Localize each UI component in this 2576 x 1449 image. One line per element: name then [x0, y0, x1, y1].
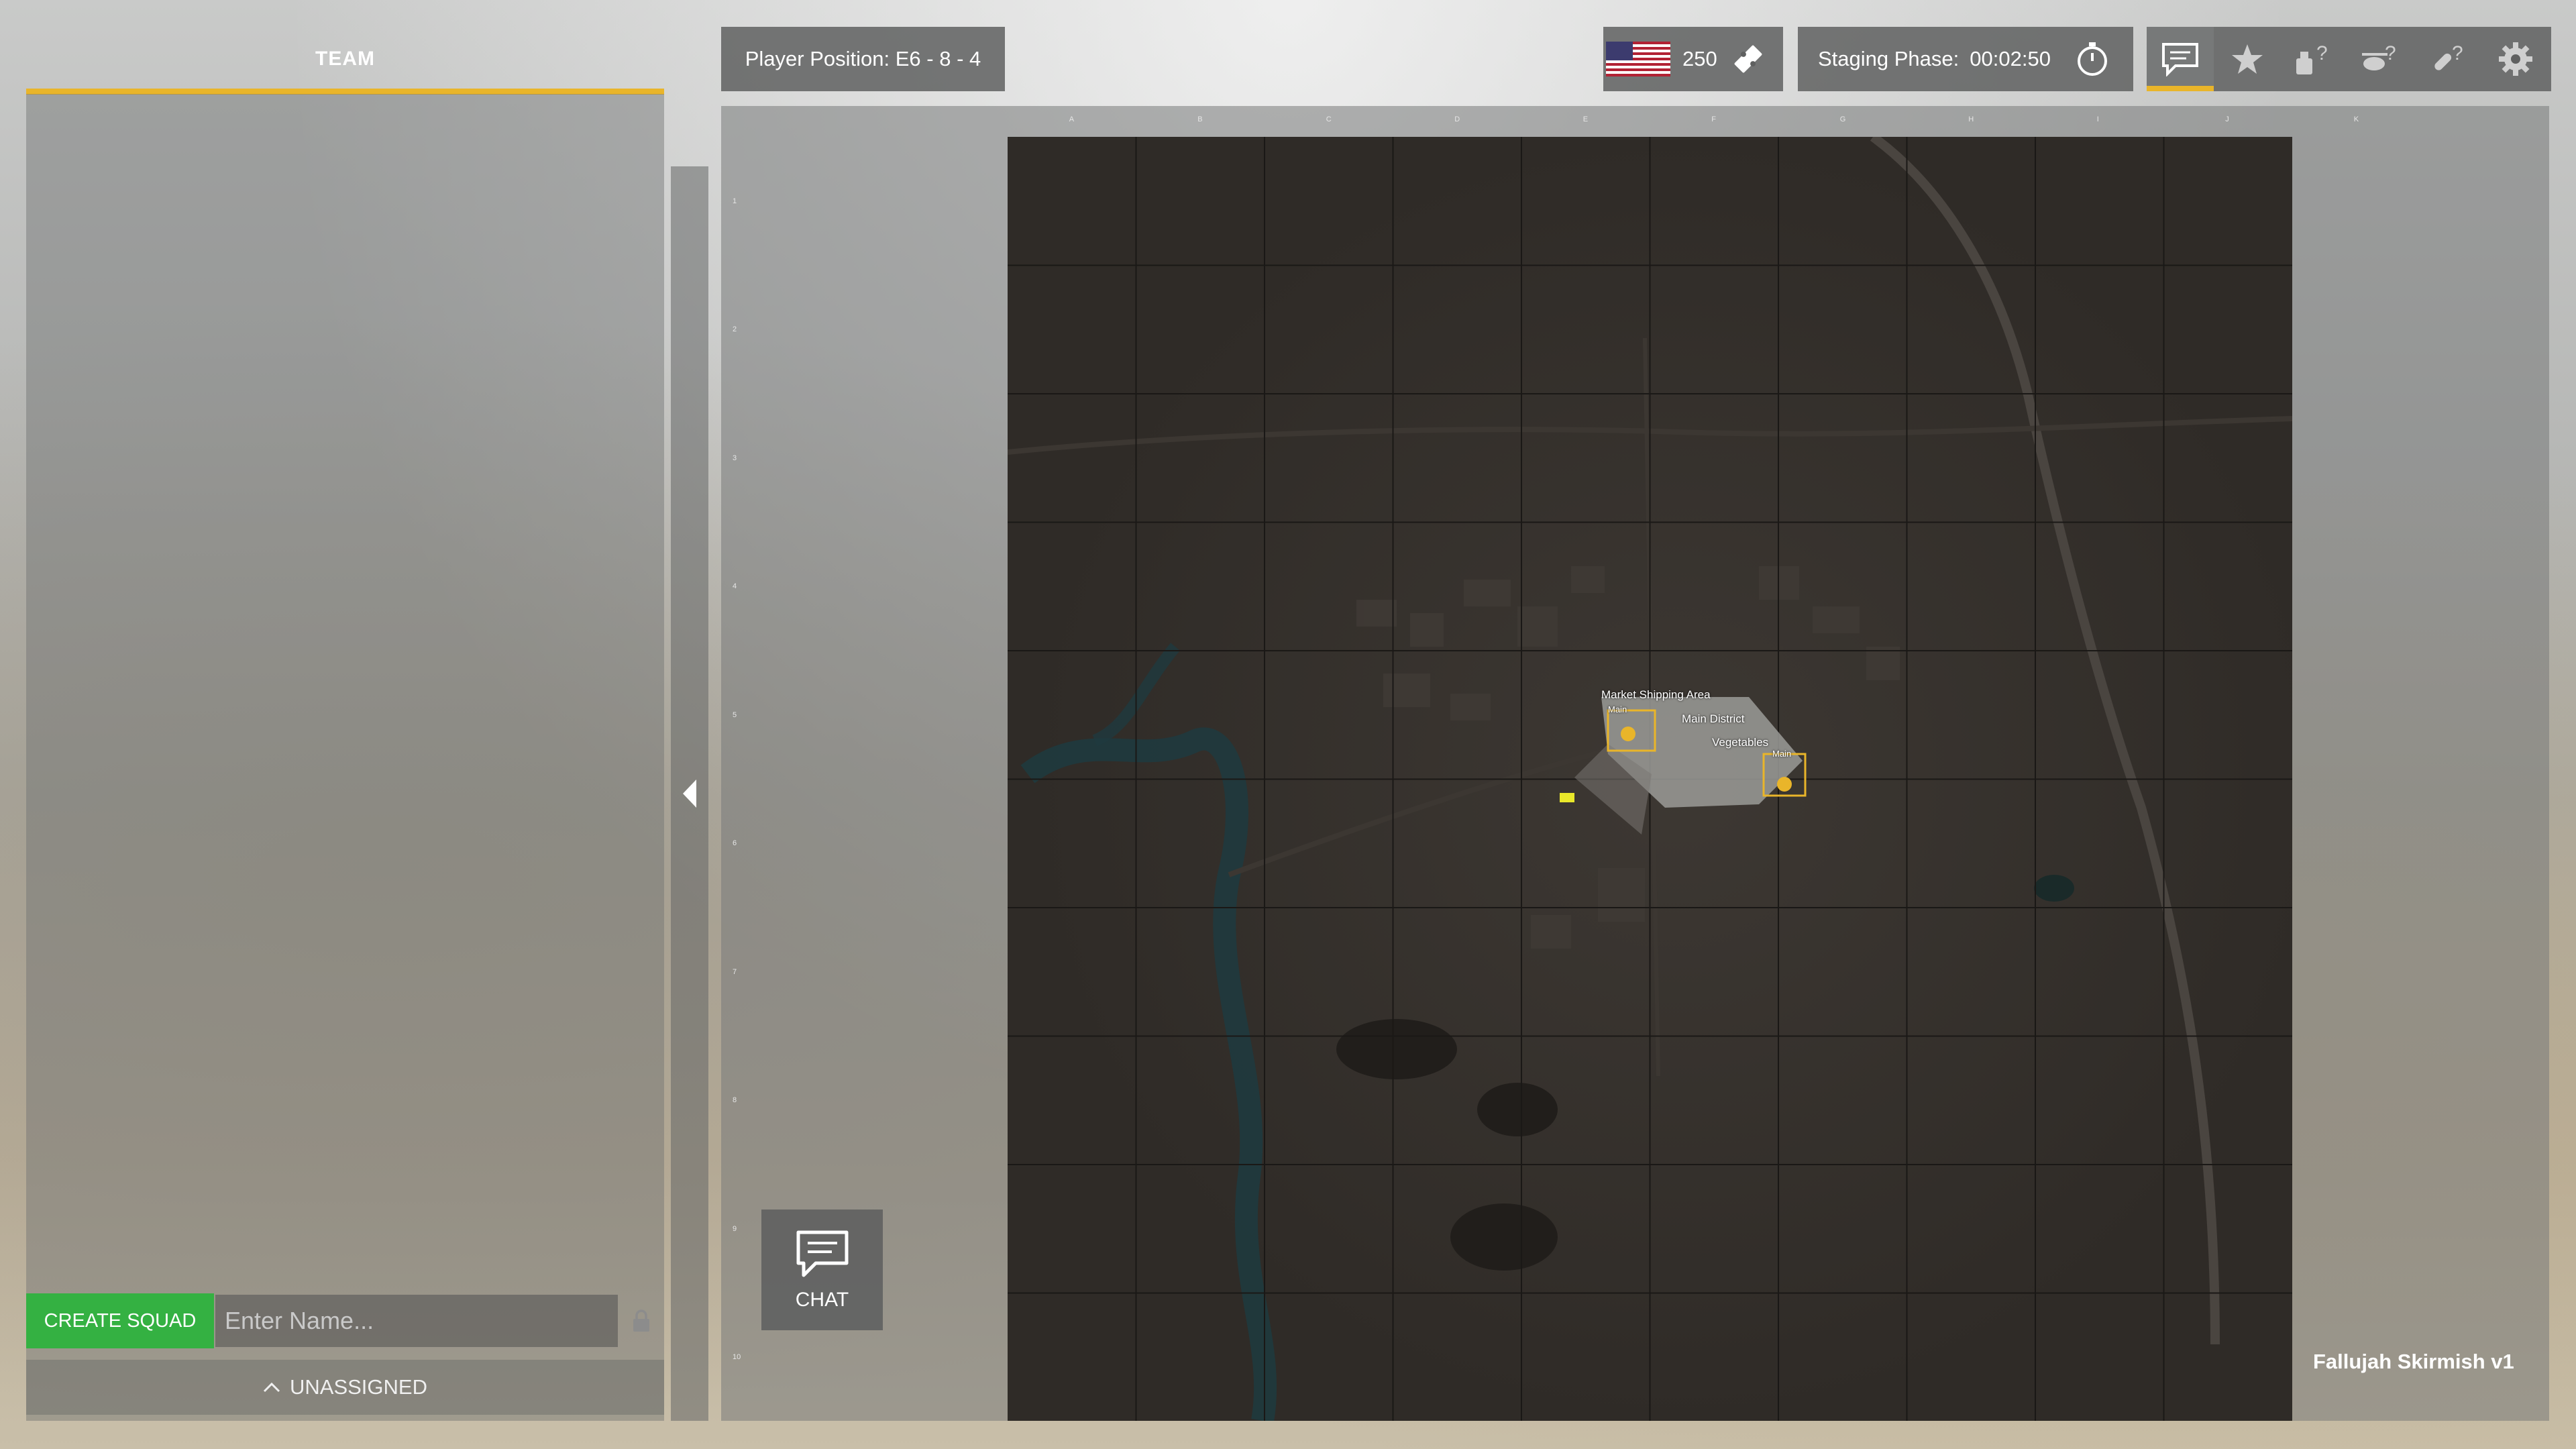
grid-row-label: 1: [733, 197, 737, 205]
staging-time: 00:02:50: [1970, 47, 2051, 70]
toolbar-settings-button[interactable]: [2482, 27, 2549, 91]
ticket-count: 250: [1682, 47, 1717, 70]
map-label-main-tag: Main: [1608, 704, 1627, 714]
svg-text:?: ?: [2385, 42, 2396, 64]
tab-team[interactable]: TEAM: [26, 30, 664, 95]
gear-icon: [2499, 42, 2532, 76]
lock-icon[interactable]: [631, 1309, 651, 1333]
create-squad-button[interactable]: CREATE SQUAD: [26, 1293, 214, 1348]
map-name: Fallujah Skirmish v1: [2313, 1350, 2514, 1373]
unassigned-section[interactable]: UNASSIGNED: [26, 1360, 664, 1415]
star-icon: [2232, 44, 2263, 74]
squad-name-input[interactable]: [215, 1295, 618, 1347]
helicopter-help-icon: ?: [2362, 42, 2396, 70]
chat-icon: [796, 1230, 848, 1277]
grid-row-label: 4: [733, 582, 737, 591]
unassigned-label: UNASSIGNED: [290, 1375, 427, 1399]
grid-row-label: 10: [733, 1353, 741, 1362]
chat-label: CHAT: [795, 1289, 849, 1311]
ticket-icon: [1734, 45, 1762, 73]
grid-row-label: 5: [733, 710, 737, 719]
collapse-arrow-icon[interactable]: [682, 778, 698, 809]
toolbar-chat-button[interactable]: [2147, 27, 2214, 91]
grid-column-label: F: [1711, 115, 1716, 123]
stopwatch-icon: [2077, 42, 2107, 76]
grid-row-label: 9: [733, 1224, 737, 1233]
staging-label: Staging Phase:: [1818, 47, 1960, 70]
usa-flag-icon: [1606, 42, 1670, 76]
toolbar-ordnance-help-button[interactable]: ?: [2415, 27, 2482, 91]
map-terrain: [1008, 137, 2292, 1421]
chat-button[interactable]: CHAT: [761, 1210, 883, 1330]
grid-column-label: I: [2096, 115, 2099, 123]
chat-icon: [2162, 43, 2198, 76]
tactical-map[interactable]: Market Shipping Area Main District Veget…: [1008, 137, 2292, 1421]
create-squad-row: CREATE SQUAD: [26, 1293, 664, 1348]
grid-row-label: 8: [733, 1096, 737, 1105]
svg-text:?: ?: [2452, 42, 2463, 64]
map-label-main-district: Main District: [1682, 712, 1745, 725]
grid-column-label: E: [1582, 115, 1589, 123]
grid-row-label: 3: [733, 453, 737, 462]
icon-toolbar: ? ? ?: [2147, 27, 2551, 91]
grid-column-label: K: [2353, 115, 2359, 123]
toolbar-vehicle-help-button[interactable]: ?: [2281, 27, 2348, 91]
grid-row-label: 7: [733, 967, 737, 976]
tank-help-icon: ?: [2296, 42, 2328, 74]
grid-column-label: A: [1069, 115, 1075, 123]
toolbar-helicopter-help-button[interactable]: ?: [2348, 27, 2415, 91]
player-position: Player Position: E6 - 8 - 4: [721, 27, 1005, 91]
panel-collapse-bar[interactable]: [671, 166, 708, 1421]
rocket-help-icon: ?: [2434, 42, 2463, 70]
map-label-market-shipping: Market Shipping Area: [1601, 688, 1711, 701]
map-label-vegetables: Vegetables: [1712, 736, 1769, 749]
team-panel: [26, 94, 664, 1421]
grid-row-label: 2: [733, 325, 737, 334]
grid-column-label: H: [1968, 115, 1974, 123]
grid-column-label: J: [2225, 115, 2229, 123]
grid-column-label: C: [1326, 115, 1332, 123]
svg-text:?: ?: [2316, 42, 2328, 64]
grid-column-label: G: [1839, 115, 1846, 123]
grid-row-label: 6: [733, 839, 737, 848]
map-label-main-tag: Main: [1772, 749, 1792, 759]
grid-column-label: D: [1454, 115, 1460, 123]
grid-column-label: B: [1197, 115, 1203, 123]
chevron-up-icon: [263, 1382, 280, 1393]
toolbar-favorites-button[interactable]: [2214, 27, 2281, 91]
staging-phase-timer: Staging Phase: 00:02:50: [1798, 27, 2133, 91]
ticket-counter: 250: [1603, 27, 1783, 91]
